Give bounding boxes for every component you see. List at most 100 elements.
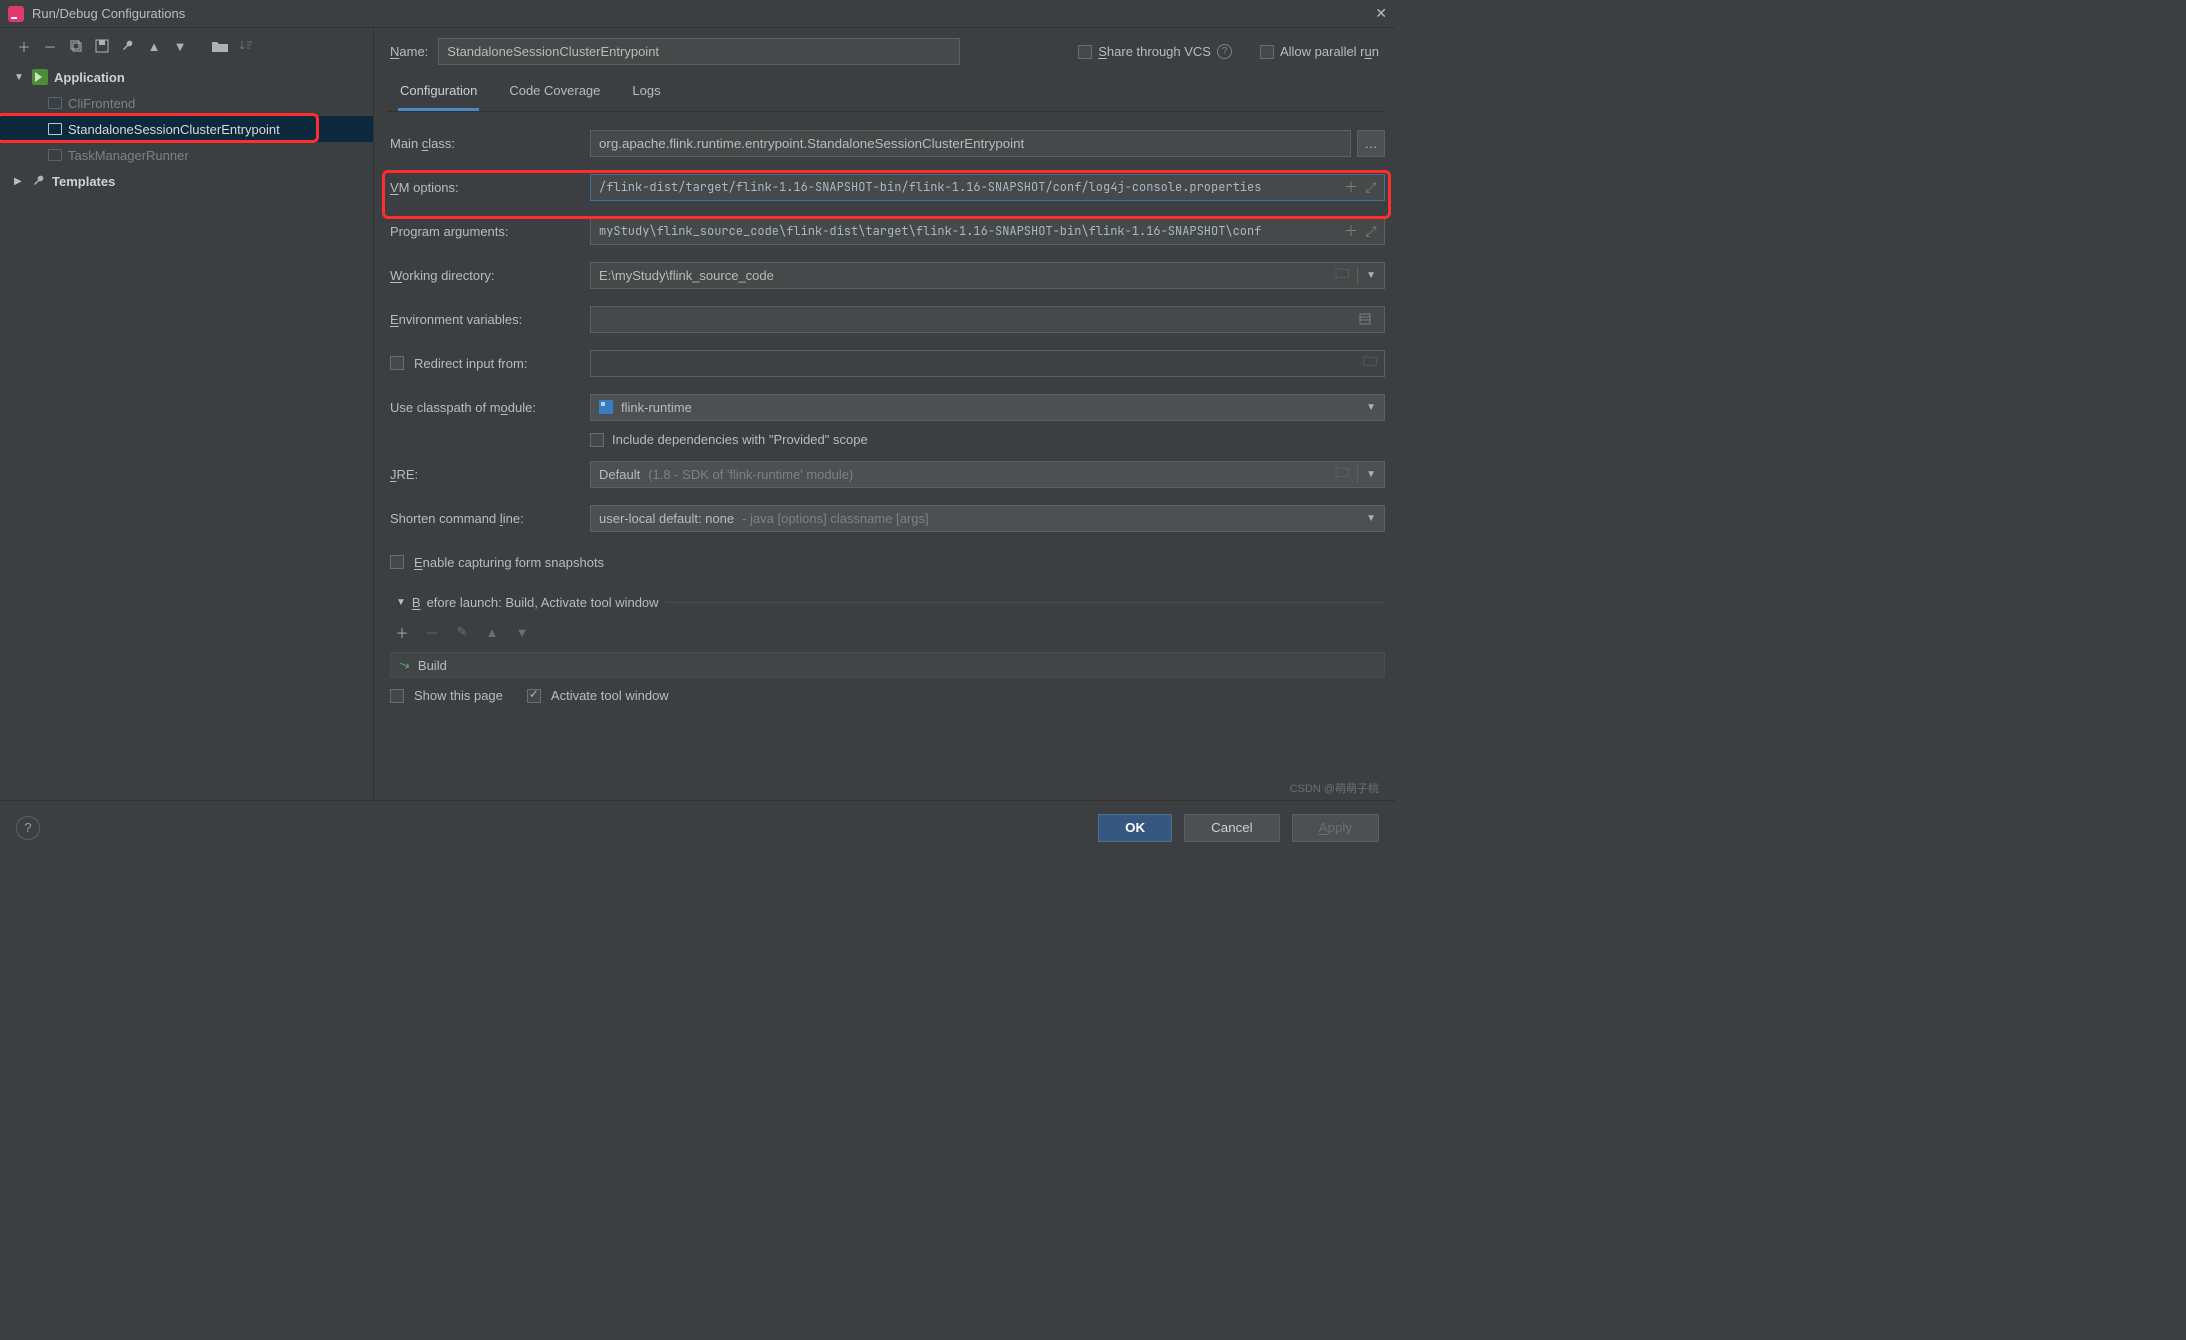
show-page-label: Show this page (414, 688, 503, 703)
titlebar: Run/Debug Configurations ✕ (0, 0, 1395, 28)
hammer-icon: ↘ (397, 656, 413, 675)
tree-item-clifrontend[interactable]: CliFrontend (0, 90, 373, 116)
activate-window-label: Activate tool window (551, 688, 669, 703)
caret-down-icon: ▼ (396, 597, 406, 608)
tab-configuration[interactable]: Configuration (398, 77, 479, 111)
tabs: Configuration Code Coverage Logs (388, 71, 1385, 112)
working-dir-input[interactable]: E:\myStudy\flink_source_code 🗀 ▼ (590, 262, 1385, 289)
tree-node-templates[interactable]: ▶ Templates (0, 168, 373, 194)
module-label: Use classpath of module: (390, 400, 580, 415)
help-icon[interactable]: ? (1217, 44, 1232, 59)
chevron-down-icon: ▼ (1366, 402, 1376, 413)
tree-item-taskmanagerrunner[interactable]: TaskManagerRunner (0, 142, 373, 168)
chevron-down-icon: ▼ (1366, 513, 1376, 524)
bl-remove-button[interactable]: － (422, 622, 442, 642)
chevron-down-icon[interactable]: ▼ (1366, 270, 1376, 281)
show-page-checkbox[interactable] (390, 689, 404, 703)
jre-value: Default (599, 467, 640, 482)
jre-hint: (1.8 - SDK of 'flink-runtime' module) (648, 467, 853, 482)
include-provided-checkbox[interactable] (590, 433, 604, 447)
vm-options-label: VM options: (390, 180, 580, 195)
bl-edit-button[interactable]: ✎ (452, 622, 472, 642)
folder-button[interactable] (210, 36, 230, 56)
save-config-button[interactable] (92, 36, 112, 56)
wrench-icon (32, 174, 46, 188)
parallel-run-checkbox[interactable] (1260, 45, 1274, 59)
main-class-input[interactable] (590, 130, 1351, 157)
folder-icon[interactable]: 🗀 (1335, 462, 1349, 486)
main-class-browse-button[interactable]: … (1357, 130, 1385, 157)
share-vcs-checkbox[interactable] (1078, 45, 1092, 59)
remove-config-button[interactable]: － (40, 36, 60, 56)
activate-window-checkbox[interactable] (527, 689, 541, 703)
window-title: Run/Debug Configurations (32, 6, 185, 21)
before-launch-item-build[interactable]: ↘ Build (390, 652, 1385, 678)
module-icon (599, 400, 613, 414)
close-button[interactable]: ✕ (1375, 5, 1387, 22)
name-input[interactable] (438, 38, 960, 65)
run-config-icon (48, 123, 62, 135)
footer: ? OK Cancel Apply (0, 800, 1395, 854)
env-vars-input[interactable] (590, 306, 1385, 333)
add-config-button[interactable]: ＋ (14, 36, 34, 56)
before-launch-item-label: Build (418, 658, 447, 673)
tree-node-application[interactable]: ▼ Application (0, 64, 373, 90)
bl-down-button[interactable]: ▼ (512, 622, 532, 642)
name-label: Name: (390, 44, 428, 59)
move-up-button[interactable]: ▲ (144, 36, 164, 56)
before-launch-section: ▼ Before launch: Build, Activate tool wi… (390, 595, 1385, 703)
main-class-label: Main class: (390, 136, 580, 151)
config-tree: ▼ Application CliFrontend StandaloneSess… (0, 60, 373, 800)
intellij-icon (8, 6, 24, 22)
shorten-label: Shorten command line: (390, 511, 580, 526)
move-down-button[interactable]: ▼ (170, 36, 190, 56)
ok-button[interactable]: OK (1098, 814, 1172, 842)
tab-code-coverage[interactable]: Code Coverage (507, 77, 602, 111)
maximize-icon[interactable]: ⤢ (1361, 223, 1381, 240)
application-icon (32, 69, 48, 85)
apply-button[interactable]: Apply (1292, 814, 1379, 842)
bl-add-button[interactable]: ＋ (392, 622, 412, 642)
program-args-input[interactable] (590, 218, 1385, 245)
wrench-button[interactable] (118, 36, 138, 56)
working-dir-label: Working directory: (390, 268, 580, 283)
cancel-button[interactable]: Cancel (1184, 814, 1280, 842)
expand-icon[interactable]: ＋ (1341, 221, 1361, 241)
configuration-form: Main class: … VM options: ＋ ⤢ Program ar… (388, 112, 1385, 800)
parallel-run-label: Allow parallel run (1280, 44, 1379, 59)
config-toolbar: ＋ － ▲ ▼ (0, 28, 373, 60)
right-panel: Name: Share through VCS ? Allow parallel… (374, 28, 1395, 800)
maximize-icon[interactable]: ⤢ (1361, 179, 1381, 196)
include-provided-label: Include dependencies with "Provided" sco… (612, 432, 868, 447)
caret-right-icon: ▶ (14, 176, 26, 187)
folder-icon[interactable]: 🗀 (1363, 351, 1377, 375)
left-panel: ＋ － ▲ ▼ ▼ Application CliFrontend St (0, 28, 374, 800)
expand-icon[interactable]: ＋ (1341, 177, 1361, 197)
shorten-select[interactable]: user-local default: none - java [options… (590, 505, 1385, 532)
watermark: CSDN @萌萌子桃 (1290, 780, 1379, 796)
tab-logs[interactable]: Logs (630, 77, 662, 111)
jre-label: JRE: (390, 467, 580, 482)
shorten-hint: - java [options] classname [args] (742, 511, 928, 526)
vm-options-input[interactable] (590, 174, 1385, 201)
shorten-value: user-local default: none (599, 511, 734, 526)
redirect-input-checkbox[interactable] (390, 356, 404, 370)
module-select[interactable]: flink-runtime ▼ (590, 394, 1385, 421)
chevron-down-icon[interactable]: ▼ (1366, 469, 1376, 480)
jre-select[interactable]: Default (1.8 - SDK of 'flink-runtime' mo… (590, 461, 1385, 488)
module-value: flink-runtime (621, 400, 692, 415)
before-launch-legend[interactable]: ▼ Before launch: Build, Activate tool wi… (390, 595, 665, 610)
sort-button[interactable] (236, 36, 256, 56)
enable-forms-checkbox[interactable] (390, 555, 404, 569)
env-vars-label: Environment variables: (390, 312, 580, 327)
tree-item-standalone-session[interactable]: StandaloneSessionClusterEntrypoint (0, 116, 373, 142)
run-config-icon (48, 97, 62, 109)
bl-up-button[interactable]: ▲ (482, 622, 502, 642)
redirect-input-path[interactable] (590, 350, 1385, 377)
list-icon[interactable] (1359, 313, 1379, 325)
help-button[interactable]: ? (16, 816, 40, 840)
folder-icon[interactable]: 🗀 (1335, 263, 1349, 287)
share-vcs-label: Share through VCS (1098, 44, 1211, 59)
copy-config-button[interactable] (66, 36, 86, 56)
caret-down-icon: ▼ (14, 72, 26, 83)
